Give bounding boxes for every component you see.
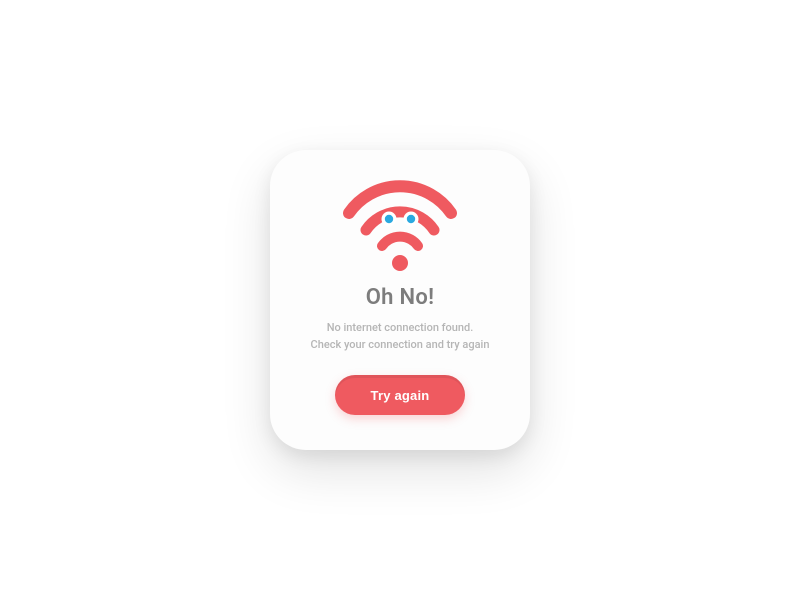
no-connection-card: Oh No! No internet connection found. Che… [270, 150, 530, 450]
try-again-button[interactable]: Try again [335, 375, 465, 415]
dialog-description-line2: Check your connection and try again [311, 338, 490, 351]
dialog-description: No internet connection found. Check your… [311, 320, 490, 353]
dialog-title: Oh No! [366, 285, 435, 310]
dialog-description-line1: No internet connection found. [327, 321, 474, 334]
wifi-face-icon [340, 180, 460, 275]
